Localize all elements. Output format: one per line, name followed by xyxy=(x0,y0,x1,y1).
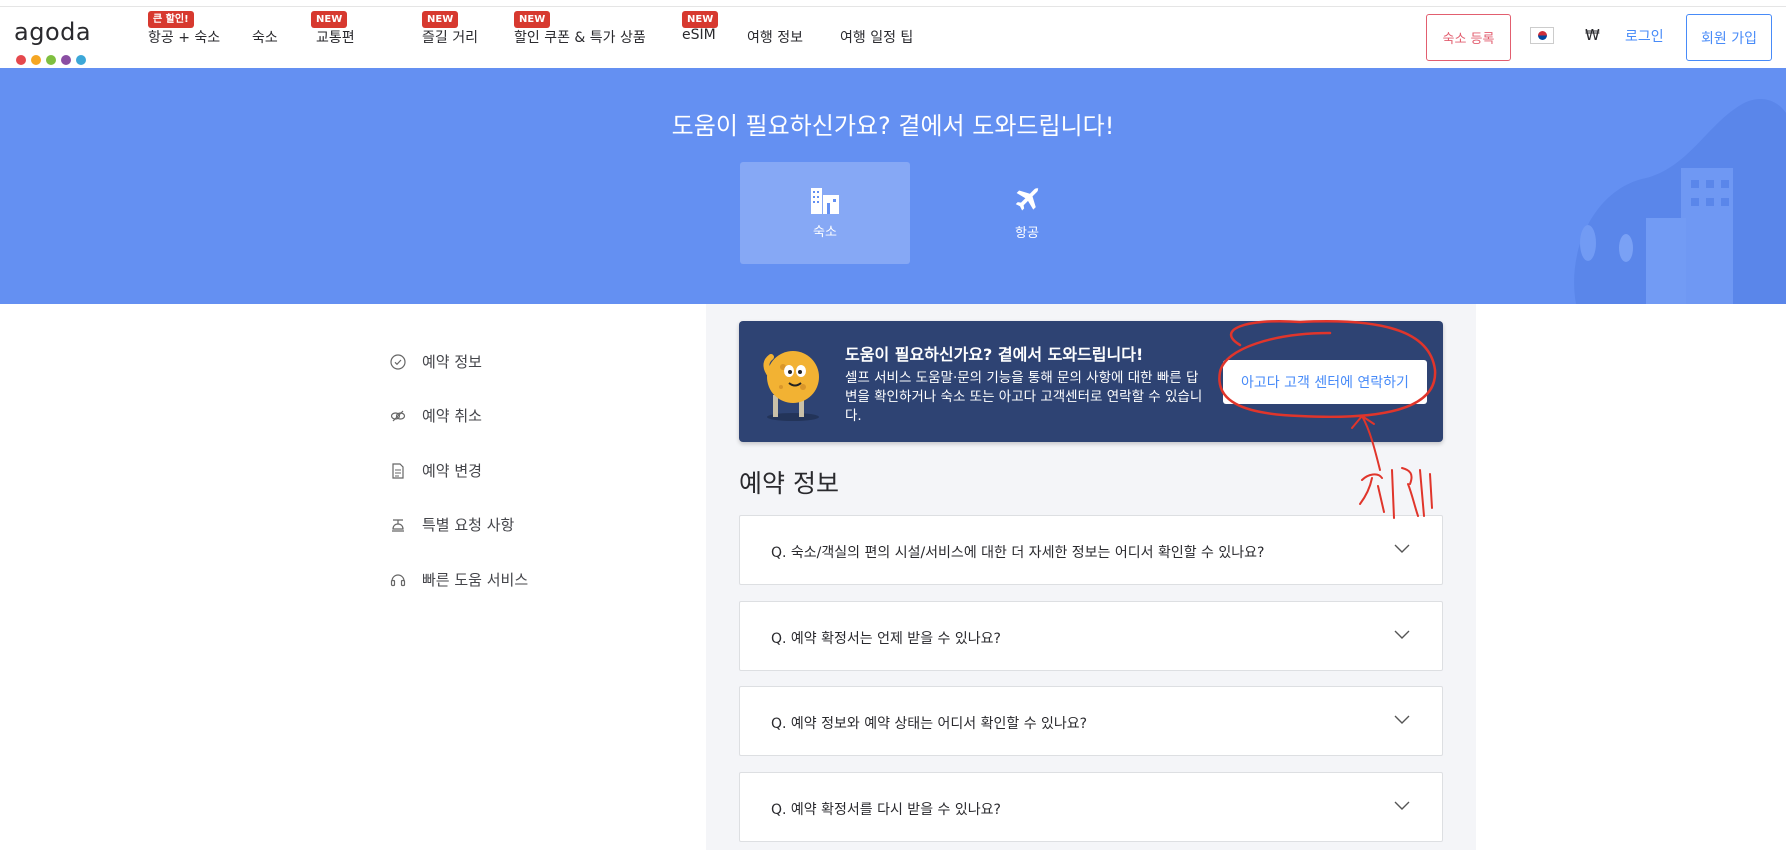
faq-question: Q. 예약 확정서를 다시 받을 수 있나요? xyxy=(771,802,1001,818)
nav-item-transport[interactable]: 교통편 xyxy=(316,27,355,47)
faq-question: Q. 예약 확정서는 언제 받을 수 있나요? xyxy=(771,631,1001,647)
nav-item-hotels[interactable]: 숙소 xyxy=(252,27,278,47)
top-border xyxy=(0,0,1786,7)
city-skyline-illustration xyxy=(1574,98,1786,304)
sidebar-item-label: 예약 취소 xyxy=(422,407,482,425)
chevron-down-icon xyxy=(1394,715,1410,724)
nav-item-coupons[interactable]: 할인 쿠폰 & 특가 상품 xyxy=(514,27,646,47)
signup-button[interactable]: 회원 가입 xyxy=(1686,14,1772,61)
sidebar-item-label: 특별 요청 사항 xyxy=(422,516,515,534)
top-navigation: agoda 큰 할인! 항공 + 숙소 숙소 NEW 교통편 NEW 즐길 거리… xyxy=(0,8,1786,68)
hotel-icon xyxy=(811,187,839,214)
nav-badge-new: NEW xyxy=(682,11,719,28)
document-icon xyxy=(392,462,404,479)
faq-question: Q. 숙소/객실의 편의 시설/서비스에 대한 더 자세한 정보는 어디서 확인… xyxy=(771,545,1265,561)
login-link[interactable]: 로그인 xyxy=(1625,26,1664,46)
faq-item[interactable]: Q. 예약 확정서를 다시 받을 수 있나요? xyxy=(739,772,1443,842)
sidebar-item-booking-info[interactable]: 예약 정보 xyxy=(390,351,482,372)
sidebar-item-special-requests[interactable]: 특별 요청 사항 xyxy=(390,514,514,535)
nav-item-itinerary-tips[interactable]: 여행 일정 팁 xyxy=(840,27,913,47)
sidebar-item-label: 예약 정보 xyxy=(422,353,482,371)
help-card-description: 셀프 서비스 도움말·문의 기능을 통해 문의 사항에 대한 빠른 답변을 확인… xyxy=(845,370,1203,424)
sidebar-item-cancel[interactable]: 예약 취소 xyxy=(390,405,482,426)
logo-dots xyxy=(16,55,86,65)
tab-hotels[interactable]: 숙소 xyxy=(740,162,910,264)
chevron-down-icon xyxy=(1394,801,1410,810)
nav-badge-sale: 큰 할인! xyxy=(148,11,194,28)
nav-badge-new: NEW xyxy=(422,11,459,28)
currency-selector[interactable]: ₩ xyxy=(1585,26,1600,44)
headset-icon xyxy=(390,573,406,586)
nav-item-flight-hotel[interactable]: 항공 + 숙소 xyxy=(148,27,220,47)
faq-item[interactable]: Q. 예약 정보와 예약 상태는 어디서 확인할 수 있나요? xyxy=(739,686,1443,756)
check-circle-icon xyxy=(390,353,406,370)
logo-dot xyxy=(31,55,41,65)
sidebar-item-quick-help[interactable]: 빠른 도움 서비스 xyxy=(390,569,528,590)
help-hero-banner: 도움이 필요하신가요? 곁에서 도와드립니다! 숙소 항공 xyxy=(0,68,1786,304)
mascot-illustration xyxy=(763,351,819,421)
faq-item[interactable]: Q. 예약 확정서는 언제 받을 수 있나요? xyxy=(739,601,1443,671)
sidebar-item-label: 빠른 도움 서비스 xyxy=(422,571,529,589)
logo-dot xyxy=(76,55,86,65)
chevron-down-icon xyxy=(1394,544,1410,553)
logo-dot xyxy=(46,55,56,65)
korea-flag-icon[interactable] xyxy=(1530,27,1554,44)
faq-item[interactable]: Q. 숙소/객실의 편의 시설/서비스에 대한 더 자세한 정보는 어디서 확인… xyxy=(739,515,1443,585)
tab-label: 항공 xyxy=(1015,225,1039,241)
agoda-logo[interactable]: agoda xyxy=(14,18,94,65)
nav-item-travel-info[interactable]: 여행 정보 xyxy=(747,27,803,47)
tab-label: 숙소 xyxy=(813,224,837,240)
sidebar-item-label: 예약 변경 xyxy=(422,462,482,480)
help-card-title: 도움이 필요하신가요? 곁에서 도와드립니다! xyxy=(845,345,1144,364)
nav-badge-new: NEW xyxy=(311,11,348,28)
logo-dot xyxy=(16,55,26,65)
nav-badge-new: NEW xyxy=(514,11,551,28)
section-title: 예약 정보 xyxy=(739,469,839,498)
nav-item-activities[interactable]: 즐길 거리 xyxy=(422,27,478,47)
logo-text: agoda xyxy=(14,18,92,46)
cancel-link-icon xyxy=(390,410,406,421)
list-property-button[interactable]: 숙소 등록 xyxy=(1426,14,1511,61)
faq-question: Q. 예약 정보와 예약 상태는 어디서 확인할 수 있나요? xyxy=(771,716,1088,732)
hero-title: 도움이 필요하신가요? 곁에서 도와드립니다! xyxy=(671,112,1115,140)
chevron-down-icon xyxy=(1394,630,1410,639)
sidebar-item-modify[interactable]: 예약 변경 xyxy=(390,460,482,481)
logo-dot xyxy=(61,55,71,65)
nav-item-esim[interactable]: eSIM xyxy=(682,27,716,43)
tab-flights[interactable]: 항공 xyxy=(942,162,1112,264)
contact-customer-center-button[interactable]: 아고다 고객 센터에 연락하기 xyxy=(1223,360,1427,404)
plane-icon xyxy=(1015,186,1039,210)
concierge-icon xyxy=(392,518,404,532)
help-contact-card: 도움이 필요하신가요? 곁에서 도와드립니다! 셀프 서비스 도움말·문의 기능… xyxy=(739,321,1443,442)
